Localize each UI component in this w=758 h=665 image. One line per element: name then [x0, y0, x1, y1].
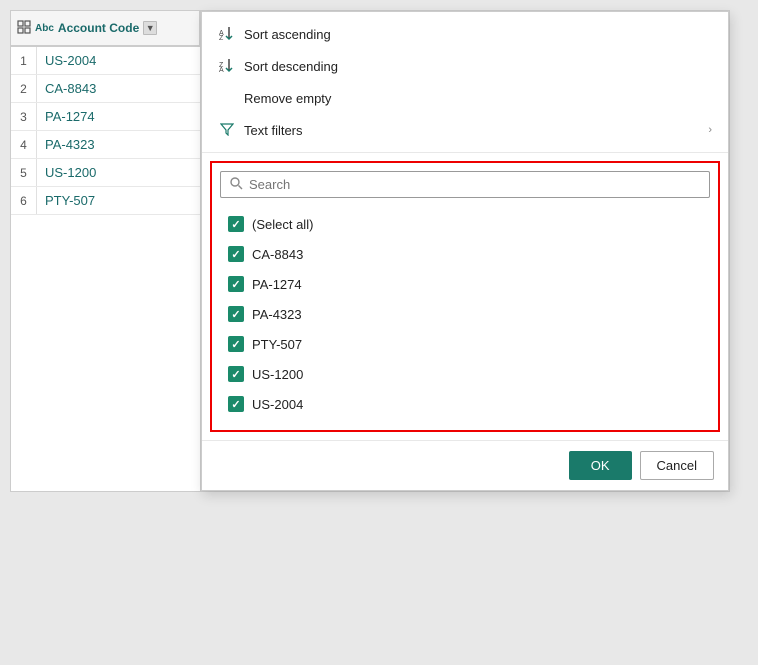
sort-menu-section: A Z Sort ascending Z A [202, 12, 728, 153]
checkbox-icon-us-2004[interactable]: ✓ [228, 396, 244, 412]
row-number: 1 [11, 47, 37, 74]
checkbox-label-ca-8843: CA-8843 [252, 247, 303, 262]
text-filters-icon [218, 122, 236, 139]
checkbox-label-us-1200: US-1200 [252, 367, 303, 382]
account-code-cell: US-2004 [37, 53, 96, 68]
spreadsheet-panel: Abc Account Code ▼ 1 US-2004 2 CA-8843 3… [11, 11, 201, 491]
checkbox-icon-ca-8843[interactable]: ✓ [228, 246, 244, 262]
checkbox-icon-pty-507[interactable]: ✓ [228, 336, 244, 352]
checkbox-label-us-2004: US-2004 [252, 397, 303, 412]
text-filters-arrow: › [708, 124, 712, 136]
filter-checklist-section: ✓ (Select all) ✓ CA-8843 ✓ PA-1274 [210, 161, 720, 432]
grid-icon [17, 20, 31, 37]
sort-ascending-label: Sort ascending [244, 27, 331, 42]
sort-descending-item[interactable]: Z A Sort descending [202, 50, 728, 82]
svg-text:A: A [219, 67, 224, 73]
checkbox-label-pa-1274: PA-1274 [252, 277, 302, 292]
account-code-column-header[interactable]: Abc Account Code ▼ [11, 11, 200, 45]
checkbox-pa-1274[interactable]: ✓ PA-1274 [224, 270, 706, 298]
table-row: 1 US-2004 [11, 47, 200, 75]
account-code-cell: PA-4323 [37, 137, 95, 152]
account-code-label: Account Code [58, 21, 139, 35]
checkbox-us-2004[interactable]: ✓ US-2004 [224, 390, 706, 418]
filter-dropdown-panel: A Z Sort ascending Z A [201, 11, 729, 491]
check-mark: ✓ [231, 248, 240, 261]
account-code-dropdown-arrow[interactable]: ▼ [143, 21, 157, 35]
dialog-footer: OK Cancel [202, 440, 728, 490]
row-number: 4 [11, 131, 37, 158]
abc-icon: Abc [35, 23, 54, 34]
check-mark: ✓ [231, 278, 240, 291]
checkbox-ca-8843[interactable]: ✓ CA-8843 [224, 240, 706, 268]
checkbox-icon-pa-1274[interactable]: ✓ [228, 276, 244, 292]
checkbox-label-pa-4323: PA-4323 [252, 307, 302, 322]
account-code-cell: PTY-507 [37, 193, 95, 208]
checkbox-us-1200[interactable]: ✓ US-1200 [224, 360, 706, 388]
checkbox-icon-us-1200[interactable]: ✓ [228, 366, 244, 382]
check-mark: ✓ [231, 338, 240, 351]
ok-button[interactable]: OK [569, 451, 632, 480]
svg-text:Z: Z [219, 35, 224, 41]
column-header-row: Abc Account Code ▼ [11, 11, 200, 47]
cancel-button[interactable]: Cancel [640, 451, 714, 480]
sort-ascending-item[interactable]: A Z Sort ascending [202, 18, 728, 50]
row-number: 6 [11, 187, 37, 214]
text-filters-label: Text filters [244, 123, 303, 138]
spreadsheet-rows: 1 US-2004 2 CA-8843 3 PA-1274 4 PA-4323 … [11, 47, 200, 215]
table-row: 5 US-1200 [11, 159, 200, 187]
table-row: 4 PA-4323 [11, 131, 200, 159]
row-number: 3 [11, 103, 37, 130]
checkbox-pa-4323[interactable]: ✓ PA-4323 [224, 300, 706, 328]
text-filters-item[interactable]: Text filters › [202, 114, 728, 146]
checkbox-icon-select-all[interactable]: ✓ [228, 216, 244, 232]
row-number: 5 [11, 159, 37, 186]
checkbox-label-select-all: (Select all) [252, 217, 313, 232]
check-mark: ✓ [231, 218, 240, 231]
account-code-cell: PA-1274 [37, 109, 95, 124]
account-code-cell: CA-8843 [37, 81, 96, 96]
search-icon [229, 176, 243, 193]
account-code-cell: US-1200 [37, 165, 96, 180]
check-mark: ✓ [231, 398, 240, 411]
checkbox-select-all[interactable]: ✓ (Select all) [224, 210, 706, 238]
sort-ascending-icon: A Z [218, 25, 236, 44]
main-container: Abc Account Code ▼ 1 US-2004 2 CA-8843 3… [10, 10, 730, 492]
check-mark: ✓ [231, 368, 240, 381]
table-row: 2 CA-8843 [11, 75, 200, 103]
checkbox-list: ✓ (Select all) ✓ CA-8843 ✓ PA-1274 [220, 206, 710, 422]
checkbox-icon-pa-4323[interactable]: ✓ [228, 306, 244, 322]
remove-empty-item[interactable]: Remove empty [202, 82, 728, 114]
checkbox-pty-507[interactable]: ✓ PTY-507 [224, 330, 706, 358]
checkbox-label-pty-507: PTY-507 [252, 337, 302, 352]
remove-empty-label: Remove empty [244, 91, 331, 106]
sort-descending-icon: Z A [218, 57, 236, 76]
check-mark: ✓ [231, 308, 240, 321]
table-row: 6 PTY-507 [11, 187, 200, 215]
search-input[interactable] [249, 177, 701, 192]
row-number: 2 [11, 75, 37, 102]
table-row: 3 PA-1274 [11, 103, 200, 131]
sort-descending-label: Sort descending [244, 59, 338, 74]
search-box[interactable] [220, 171, 710, 198]
